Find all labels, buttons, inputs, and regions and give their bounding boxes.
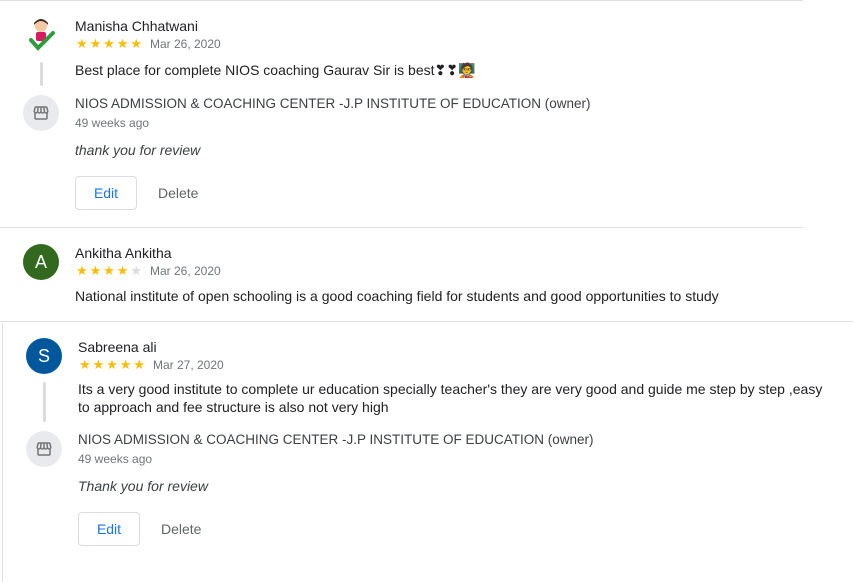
star-empty-icon: ★ bbox=[130, 263, 142, 278]
reviewer-name[interactable]: Ankitha Ankitha bbox=[75, 245, 172, 261]
star-icon: ★ bbox=[89, 36, 102, 51]
edit-button[interactable]: Edit bbox=[78, 512, 140, 546]
review-date: Mar 26, 2020 bbox=[149, 37, 221, 51]
review-text: National institute of open schooling is … bbox=[75, 288, 719, 304]
delete-button[interactable]: Delete bbox=[161, 521, 201, 537]
profile-sticker-icon bbox=[29, 19, 55, 51]
star-icon: ★ bbox=[103, 263, 115, 278]
star-icon: ★ bbox=[75, 36, 88, 51]
review-date: Mar 26, 2020 bbox=[149, 264, 221, 278]
divider bbox=[0, 321, 853, 322]
avatar[interactable]: S bbox=[26, 338, 62, 374]
rating-row: ★ ★ ★ ★ ★ Mar 27, 2020 bbox=[78, 358, 224, 373]
star-rating: ★ ★ ★ ★ ★ bbox=[78, 358, 146, 372]
rating-row: ★ ★ ★ ★ ★ Mar 26, 2020 bbox=[75, 37, 221, 52]
star-icon: ★ bbox=[106, 357, 118, 372]
star-icon: ★ bbox=[116, 36, 129, 51]
star-icon: ★ bbox=[133, 357, 145, 372]
owner-name: NIOS ADMISSION & COACHING CENTER -J.P IN… bbox=[78, 432, 594, 447]
owner-name: NIOS ADMISSION & COACHING CENTER -J.P IN… bbox=[75, 96, 591, 111]
thread-line bbox=[40, 62, 43, 86]
reviewer-name[interactable]: Manisha Chhatwani bbox=[75, 18, 198, 34]
avatar[interactable] bbox=[23, 17, 59, 53]
review-text: Its a very good institute to complete ur… bbox=[78, 381, 823, 415]
reviewer-name[interactable]: Sabreena ali bbox=[78, 339, 157, 355]
star-rating: ★ ★ ★ ★ ★ bbox=[75, 264, 143, 278]
star-icon: ★ bbox=[78, 357, 91, 372]
star-icon: ★ bbox=[103, 36, 115, 51]
divider-top bbox=[0, 0, 803, 1]
star-rating: ★ ★ ★ ★ ★ bbox=[75, 37, 143, 51]
owner-reply-text: thank you for review bbox=[75, 142, 201, 158]
left-border bbox=[2, 321, 3, 582]
star-icon: ★ bbox=[89, 263, 102, 278]
divider bbox=[0, 227, 803, 228]
owner-reply-text: Thank you for review bbox=[78, 478, 208, 494]
rating-row: ★ ★ ★ ★ ★ Mar 26, 2020 bbox=[75, 264, 221, 279]
delete-button[interactable]: Delete bbox=[158, 185, 198, 201]
star-icon: ★ bbox=[130, 36, 142, 51]
storefront-icon bbox=[23, 95, 59, 131]
storefront-icon bbox=[26, 431, 62, 467]
response-time: 49 weeks ago bbox=[78, 452, 153, 466]
star-icon: ★ bbox=[116, 263, 129, 278]
response-time: 49 weeks ago bbox=[75, 116, 150, 130]
review-date: Mar 27, 2020 bbox=[152, 358, 224, 372]
review-text: Best place for complete NIOS coaching Ga… bbox=[75, 62, 476, 78]
edit-button[interactable]: Edit bbox=[75, 176, 137, 210]
thread-line bbox=[43, 382, 46, 422]
avatar[interactable]: A bbox=[23, 244, 59, 280]
star-icon: ★ bbox=[119, 357, 132, 372]
star-icon: ★ bbox=[75, 263, 88, 278]
star-icon: ★ bbox=[92, 357, 105, 372]
